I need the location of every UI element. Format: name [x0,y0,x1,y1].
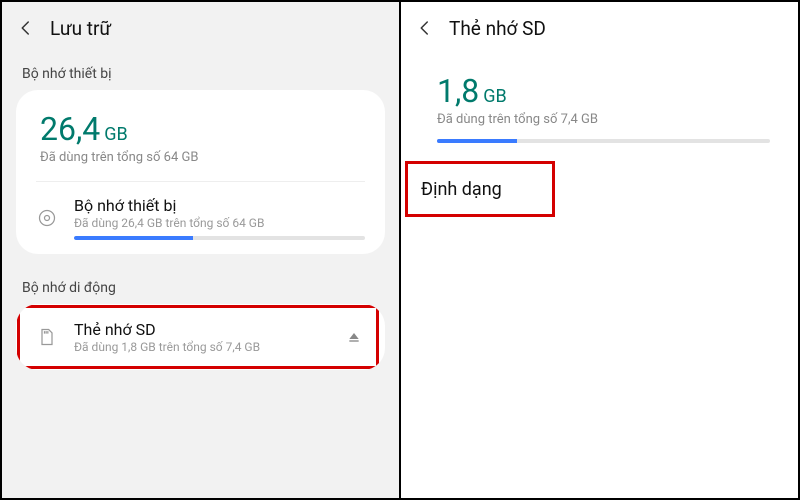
device-progress [74,236,365,240]
device-used-sub: Đã dùng trên tổng số 64 GB [40,150,361,165]
row-body: Bộ nhớ thiết bị Đã dùng 26,4 GB trên tổn… [74,196,365,240]
section-device-label: Bộ nhớ thiết bị [2,54,399,90]
back-icon[interactable] [413,16,437,40]
eject-icon[interactable] [343,326,365,348]
page-title: Lưu trữ [50,17,111,40]
sd-used-unit: GB [483,86,506,107]
sd-card-row[interactable]: Thẻ nhớ SD Đã dùng 1,8 GB trên tổng số 7… [16,304,385,370]
sd-content: 1,8GB Đã dùng trên tổng số 7,4 GB Định d… [401,54,798,498]
format-row-wrap: Định dạng [401,161,798,218]
device-used-unit: GB [104,124,127,145]
page-title: Thẻ nhớ SD [449,17,546,40]
sd-card-icon [36,326,58,348]
storage-screen: Lưu trữ Bộ nhớ thiết bị 26,4GB Đã dùng t… [2,2,401,498]
sd-card-screen: Thẻ nhớ SD 1,8GB Đã dùng trên tổng số 7,… [401,2,798,498]
row-body: Thẻ nhớ SD Đã dùng 1,8 GB trên tổng số 7… [74,320,343,354]
sd-used-sub: Đã dùng trên tổng số 7,4 GB [437,112,770,127]
device-storage-row[interactable]: Bộ nhớ thiết bị Đã dùng 26,4 GB trên tổn… [16,182,385,254]
sd-card-card: Thẻ nhớ SD Đã dùng 1,8 GB trên tổng số 7… [16,304,385,370]
device-used-value: 26,4 [40,110,100,148]
sd-progress-wrap [401,139,798,151]
sd-progress-fill [437,139,517,143]
sd-row-title: Thẻ nhớ SD [74,320,343,339]
device-storage-hero[interactable]: 26,4GB Đã dùng trên tổng số 64 GB [16,90,385,181]
format-button[interactable]: Định dạng [401,161,798,218]
disc-icon [36,207,58,229]
section-portable-label: Bộ nhớ di động [2,268,399,304]
sd-storage-hero: 1,8GB Đã dùng trên tổng số 7,4 GB [401,54,798,139]
device-progress-fill [74,236,193,240]
sd-used-value: 1,8 [437,72,479,110]
back-icon[interactable] [14,16,38,40]
header: Lưu trữ [2,2,399,54]
device-row-title: Bộ nhớ thiết bị [74,196,365,215]
device-row-sub: Đã dùng 26,4 GB trên tổng số 64 GB [74,216,365,230]
sd-row-sub: Đã dùng 1,8 GB trên tổng số 7,4 GB [74,340,343,354]
sd-progress [437,139,770,143]
header: Thẻ nhớ SD [401,2,798,54]
device-storage-card: 26,4GB Đã dùng trên tổng số 64 GB Bộ nhớ… [16,90,385,254]
